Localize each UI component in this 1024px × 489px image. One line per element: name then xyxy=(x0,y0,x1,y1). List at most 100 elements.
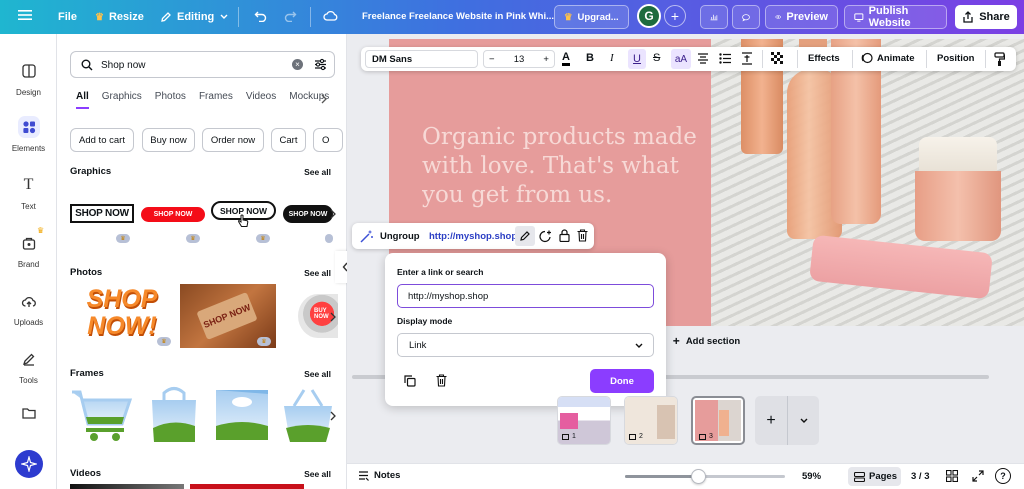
font-size-value[interactable]: 13 xyxy=(514,54,525,65)
graphic-shop-now-outline[interactable]: SHOP NOW xyxy=(70,204,134,223)
tab-all[interactable]: All xyxy=(76,91,89,102)
rail-item-brand[interactable]: Brand ♛ xyxy=(0,226,57,269)
insights-button[interactable] xyxy=(700,5,728,29)
copy-icon[interactable] xyxy=(404,375,416,387)
document-title[interactable]: Freelance Freelance Website in Pink Whi.… xyxy=(362,11,554,22)
upgrade-button[interactable]: ♛ Upgrad... xyxy=(554,5,629,29)
graphic-shop-now-red[interactable]: SHOP NOW xyxy=(141,207,205,222)
link-input[interactable] xyxy=(397,284,654,308)
undo-button[interactable] xyxy=(254,10,267,22)
zoom-slider-handle[interactable] xyxy=(691,469,706,484)
comment-add-icon[interactable] xyxy=(539,230,552,243)
trash-icon[interactable] xyxy=(577,229,588,242)
tab-graphics[interactable]: Graphics xyxy=(102,91,142,102)
grid-view-icon[interactable] xyxy=(946,470,958,482)
page-options-button[interactable] xyxy=(788,396,819,445)
tab-videos[interactable]: Videos xyxy=(246,91,276,102)
trash-icon[interactable] xyxy=(436,374,447,387)
link-url-text[interactable]: http://myshop.shop xyxy=(429,231,517,242)
tab-photos[interactable]: Photos xyxy=(155,91,186,102)
help-icon[interactable]: ? xyxy=(995,468,1011,484)
fullscreen-icon[interactable] xyxy=(972,470,984,482)
page-thumbnail-1[interactable]: 1 xyxy=(557,396,611,445)
done-button[interactable]: Done xyxy=(590,369,654,393)
video-thumbnail[interactable] xyxy=(190,484,304,489)
tab-frames[interactable]: Frames xyxy=(199,91,233,102)
chip-order-now[interactable]: Order now xyxy=(202,128,264,152)
case-button[interactable]: aA xyxy=(671,49,691,69)
italic-button[interactable]: I xyxy=(610,52,614,64)
see-all-photos[interactable]: See all xyxy=(304,268,331,278)
chevron-right-icon[interactable] xyxy=(320,94,328,104)
page-thumbnail-2[interactable]: 2 xyxy=(624,396,678,445)
search-input[interactable] xyxy=(101,57,281,73)
strikethrough-button[interactable]: S xyxy=(653,52,660,64)
rail-item-projects[interactable] xyxy=(0,402,57,430)
preview-button[interactable]: Preview xyxy=(765,5,838,29)
comments-button[interactable] xyxy=(732,5,760,29)
graphic-shop-now-black[interactable]: SHOP NOW xyxy=(283,205,333,223)
page-counter[interactable]: 3 / 3 xyxy=(911,471,930,482)
video-thumbnail[interactable] xyxy=(70,484,184,489)
see-all-frames[interactable]: See all xyxy=(304,369,331,379)
frame-shopping-basket[interactable] xyxy=(282,384,334,444)
rail-item-uploads[interactable]: Uploads xyxy=(0,290,57,327)
redo-button[interactable] xyxy=(284,10,297,22)
bold-button[interactable]: B xyxy=(586,52,594,64)
see-all-graphics[interactable]: See all xyxy=(304,167,331,177)
spacing-icon[interactable] xyxy=(741,52,753,65)
add-page-button[interactable]: + xyxy=(755,396,787,445)
chip-buy-now[interactable]: Buy now xyxy=(142,128,195,152)
editing-mode-dropdown[interactable]: Editing xyxy=(160,11,229,23)
frame-cloud-banner[interactable] xyxy=(212,384,272,444)
frame-shopping-bag[interactable] xyxy=(148,384,200,444)
page-headline-text[interactable]: Organic products made with love. That's … xyxy=(422,123,712,227)
rail-item-text[interactable]: T Text xyxy=(0,174,57,211)
publish-website-button[interactable]: Publish Website xyxy=(844,5,947,29)
chevron-right-icon[interactable] xyxy=(329,209,337,219)
rail-item-design[interactable]: Design xyxy=(0,60,57,97)
transparency-icon[interactable] xyxy=(771,52,784,65)
filter-icon[interactable] xyxy=(314,58,327,71)
increase-size-button[interactable]: + xyxy=(543,54,549,65)
pages-button[interactable]: Pages xyxy=(848,467,901,486)
text-color-button[interactable]: A xyxy=(562,51,570,66)
chip-more[interactable]: O xyxy=(313,128,343,152)
rail-item-elements[interactable]: Elements xyxy=(0,116,57,153)
rail-item-tools[interactable]: Tools xyxy=(0,348,57,385)
chevron-right-icon[interactable] xyxy=(329,312,337,322)
chip-cart[interactable]: Cart xyxy=(271,128,306,152)
ungroup-button[interactable]: Ungroup xyxy=(380,231,420,242)
frame-shopping-cart[interactable] xyxy=(70,384,134,444)
file-menu[interactable]: File xyxy=(58,11,77,23)
magic-wand-icon[interactable] xyxy=(360,230,373,243)
main-menu-button[interactable] xyxy=(18,9,32,21)
animate-button[interactable]: Animate xyxy=(861,52,914,64)
magic-assistant-button[interactable] xyxy=(15,450,43,478)
chip-add-to-cart[interactable]: Add to cart xyxy=(70,128,134,152)
list-icon[interactable] xyxy=(719,53,731,64)
zoom-slider[interactable] xyxy=(625,469,785,484)
see-all-videos[interactable]: See all xyxy=(304,469,331,479)
edit-link-button[interactable] xyxy=(515,226,535,246)
cloud-sync-button[interactable] xyxy=(323,10,338,22)
avatar[interactable]: G xyxy=(637,4,661,28)
resize-button[interactable]: ♛ Resize xyxy=(95,11,144,23)
font-family-dropdown[interactable]: DM Sans xyxy=(365,50,478,68)
share-button[interactable]: Share xyxy=(955,5,1017,29)
paint-roller-icon[interactable] xyxy=(994,52,1005,66)
position-button[interactable]: Position xyxy=(937,53,974,64)
underline-button[interactable]: U xyxy=(628,49,646,69)
chevron-right-icon[interactable] xyxy=(329,411,337,421)
clear-search-icon[interactable]: × xyxy=(292,59,303,70)
decrease-size-button[interactable]: − xyxy=(489,54,495,65)
notes-button[interactable]: Notes xyxy=(358,470,400,481)
align-center-icon[interactable] xyxy=(697,53,709,64)
product-photo[interactable] xyxy=(711,39,1024,326)
page-thumbnail-3[interactable]: 3 xyxy=(691,396,745,445)
lock-icon[interactable] xyxy=(559,229,570,242)
zoom-level[interactable]: 59% xyxy=(802,471,821,482)
effects-button[interactable]: Effects xyxy=(808,53,840,64)
add-collaborator-button[interactable]: + xyxy=(664,5,686,27)
display-mode-select[interactable]: Link xyxy=(397,333,654,357)
